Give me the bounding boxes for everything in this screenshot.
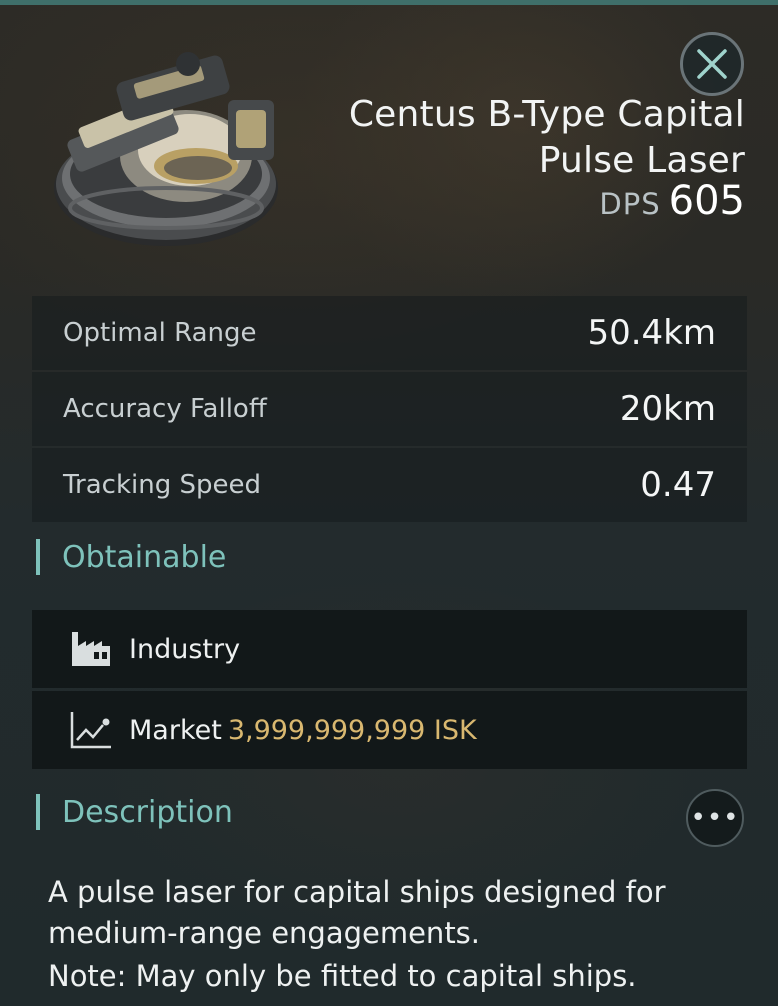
stat-value: 20km bbox=[619, 389, 716, 429]
dps-readout: DPS 605 bbox=[599, 178, 745, 224]
stat-row-tracking-speed: Tracking Speed 0.47 bbox=[32, 448, 747, 522]
market-chart-icon bbox=[69, 708, 113, 752]
more-options-icon: ••• bbox=[690, 803, 740, 833]
stat-row-accuracy-falloff: Accuracy Falloff 20km bbox=[32, 372, 747, 446]
more-options-button[interactable]: ••• bbox=[686, 789, 744, 847]
description-body: A pulse laser for capital ships designed… bbox=[48, 872, 748, 997]
close-button[interactable] bbox=[680, 32, 744, 96]
factory-icon bbox=[69, 627, 113, 671]
stat-row-optimal-range: Optimal Range 50.4km bbox=[32, 296, 747, 370]
obtain-item-industry[interactable]: Industry bbox=[32, 610, 747, 688]
stat-label: Accuracy Falloff bbox=[63, 394, 267, 424]
section-title: Obtainable bbox=[62, 539, 227, 575]
market-price: 3,999,999,999 ISK bbox=[227, 714, 477, 746]
stat-label: Tracking Speed bbox=[63, 470, 262, 500]
section-title: Description bbox=[62, 794, 233, 830]
stat-label: Optimal Range bbox=[63, 318, 257, 348]
obtain-label: Industry bbox=[129, 633, 241, 665]
top-accent-line bbox=[0, 0, 778, 5]
obtain-label: Market bbox=[129, 714, 222, 746]
description-text: A pulse laser for capital ships designed… bbox=[48, 875, 666, 950]
item-image bbox=[54, 52, 278, 246]
section-accent-bar bbox=[36, 794, 40, 830]
section-accent-bar bbox=[36, 539, 40, 575]
obtain-item-market[interactable]: Market 3,999,999,999 ISK bbox=[32, 691, 747, 769]
section-header-description: Description bbox=[36, 792, 233, 832]
stats-table: Optimal Range 50.4km Accuracy Falloff 20… bbox=[32, 296, 747, 524]
obtainable-list: Industry Market 3,999,999,999 ISK bbox=[32, 610, 747, 772]
item-title: Centus B-Type Capital Pulse Laser bbox=[348, 94, 745, 181]
dps-value: 605 bbox=[668, 178, 745, 224]
section-header-obtainable: Obtainable bbox=[36, 537, 226, 577]
dps-label: DPS bbox=[599, 187, 661, 221]
stat-value: 50.4km bbox=[587, 313, 716, 353]
close-icon bbox=[697, 49, 727, 79]
stat-value: 0.47 bbox=[640, 465, 716, 505]
description-note: Note: May only be fitted to capital ship… bbox=[48, 959, 637, 993]
